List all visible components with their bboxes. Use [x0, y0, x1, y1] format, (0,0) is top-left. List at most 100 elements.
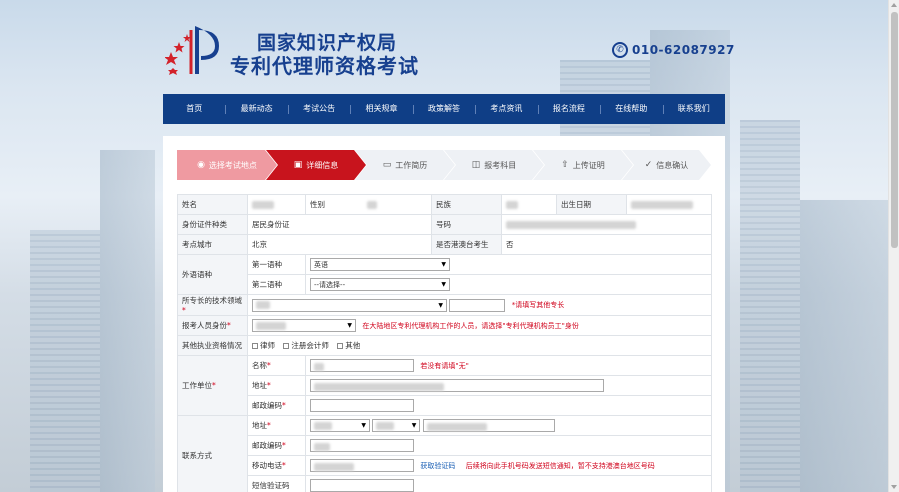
unit-postcode-input[interactable] [310, 399, 414, 412]
gender-label: 性别 [310, 200, 325, 209]
applicant-identity-cell: ▼ 在大陆地区专利代理机构工作的人员，请选择"专利代理机构员工"身份 [247, 315, 712, 336]
scroll-thumb[interactable] [891, 12, 898, 248]
contact-address-cell: ▼ ▼ [305, 415, 712, 436]
applicant-identity-select[interactable]: ▼ [252, 319, 356, 332]
sms-code-cell [305, 475, 712, 492]
contact-postcode-label: 邮政编码* [247, 435, 306, 456]
tech-field-hint: *请填写其他专长 [511, 301, 565, 309]
name-value [247, 194, 306, 215]
lawyer-checkbox[interactable] [252, 343, 258, 349]
unit-address-cell [305, 375, 712, 396]
step-subjects[interactable]: ◫ 报考科目 [444, 150, 544, 180]
cpa-option-label: 注册会计师 [291, 341, 329, 350]
exam-city-value: 北京 [247, 234, 432, 255]
step-work-history[interactable]: ▭ 工作简历 [355, 150, 455, 180]
tech-field-cell: ▼ *请填写其他专长 [247, 294, 712, 316]
contact-postcode-cell [305, 435, 712, 456]
folder-icon: ▭ [382, 160, 392, 170]
nav-online-help[interactable]: 在线帮助 [600, 94, 662, 124]
other-qual-cell: 律师 注册会计师 其他 [247, 335, 712, 356]
check-circle-icon: ✓ [644, 160, 653, 170]
other-option-label: 其他 [345, 341, 361, 350]
birthdate-label: 出生日期 [556, 194, 627, 215]
phone-icon: ✆ [612, 42, 628, 58]
hk-macau-tw-label: 是否港澳台考生 [431, 234, 502, 255]
mobile-input[interactable] [310, 459, 414, 472]
second-lang-select[interactable]: --请选择-- ▼ [310, 278, 450, 291]
registration-panel: ◉ 选择考试地点 ▣ 详细信息 ▭ 工作简历 ◫ 报考科目 ⇧ 上传证明 ✓ 信… [163, 136, 725, 492]
step-upload-proof[interactable]: ⇧ 上传证明 [533, 150, 633, 180]
exam-city-label: 考点城市 [177, 234, 248, 255]
nav-contact-us[interactable]: 联系我们 [662, 94, 725, 124]
first-lang-select[interactable]: 英语 ▼ [310, 258, 450, 271]
cpa-checkbox[interactable] [283, 343, 290, 349]
unit-name-label: 名称* [247, 355, 306, 376]
id-type-value: 居民身份证 [247, 214, 432, 235]
nav-home[interactable]: 首页 [163, 94, 225, 124]
id-number-label: 号码 [431, 214, 502, 235]
birthdate-value [626, 194, 712, 215]
lawyer-option-label: 律师 [260, 341, 275, 350]
applicant-identity-hint: 在大陆地区专利代理机构工作的人员，请选择"专利代理机构员工"身份 [362, 321, 579, 330]
progress-steps: ◉ 选择考试地点 ▣ 详细信息 ▭ 工作简历 ◫ 报考科目 ⇧ 上传证明 ✓ 信… [177, 150, 711, 180]
unit-address-input[interactable] [310, 379, 604, 392]
applicant-identity-label: 报考人员身份* [177, 315, 248, 336]
vertical-scrollbar[interactable] [888, 0, 899, 492]
work-unit-label: 工作单位* [177, 355, 248, 416]
step-confirm[interactable]: ✓ 信息确认 [622, 150, 711, 180]
book-icon: ◫ [471, 160, 481, 170]
first-lang-label: 第一语种 [247, 254, 306, 275]
step-select-location[interactable]: ◉ 选择考试地点 [177, 150, 277, 180]
ethnicity-label: 民族 [431, 194, 502, 215]
logo [164, 20, 227, 78]
chevron-down-icon: ▼ [438, 301, 443, 309]
scroll-up-icon[interactable] [891, 3, 897, 7]
other-qual-label: 其他执业资格情况 [177, 335, 248, 356]
contact-address-input[interactable] [422, 419, 555, 432]
nav-exam-notices[interactable]: 考试公告 [287, 94, 350, 124]
details-form: 姓名 性别 民族 出生日期 身份证件种类 居民身份证 号码 考点城市 北京 是否… [177, 194, 712, 492]
tech-field-other-input[interactable] [449, 298, 506, 312]
tech-field-label: 所专长的技术领域* [177, 294, 248, 316]
nav-exam-center-info[interactable]: 考点资讯 [475, 94, 537, 124]
other-checkbox[interactable] [337, 343, 344, 349]
chevron-down-icon: ▼ [347, 322, 352, 329]
upload-icon: ⇧ [561, 160, 569, 170]
hk-macau-tw-value: 否 [501, 234, 712, 255]
unit-name-cell: 若没有请填"无" [305, 355, 712, 376]
mobile-cell: 获取验证码 后续将向此手机号码发送短信通知，暂不支持港澳台地区号码 [305, 455, 712, 476]
second-lang-label: 第二语种 [247, 274, 306, 295]
ethnicity-value [501, 194, 557, 215]
sms-code-input[interactable] [310, 479, 414, 492]
contact-address-label: 地址* [247, 415, 306, 436]
city-select[interactable]: ▼ [372, 419, 421, 432]
unit-postcode-label: 邮政编码* [247, 395, 306, 416]
tech-field-select[interactable]: ▼ [252, 298, 447, 312]
chevron-down-icon: ▼ [411, 422, 417, 429]
chevron-down-icon: ▼ [441, 261, 446, 268]
site-title-line2: 专利代理师资格考试 [230, 54, 419, 78]
unit-name-hint: 若没有请填"无" [420, 361, 469, 370]
unit-name-input[interactable] [310, 359, 414, 372]
second-lang-cell: --请选择-- ▼ [305, 274, 712, 295]
step-details[interactable]: ▣ 详细信息 [266, 150, 366, 180]
location-icon: ◉ [197, 160, 205, 170]
scroll-down-icon[interactable] [891, 485, 897, 489]
clipboard-icon: ▣ [293, 160, 303, 170]
chevron-down-icon: ▼ [441, 281, 446, 288]
nav-policy-answers[interactable]: 政策解答 [412, 94, 475, 124]
province-select[interactable]: ▼ [310, 419, 370, 432]
unit-postcode-cell [305, 395, 712, 416]
id-type-label: 身份证件种类 [177, 214, 248, 235]
get-code-link[interactable]: 获取验证码 [420, 462, 455, 470]
main-nav: 首页 最新动态 考试公告 相关规章 政策解答 考点资讯 报名流程 在线帮助 联系… [163, 94, 725, 124]
contact-label: 联系方式 [177, 415, 248, 492]
gender-cell: 性别 [305, 194, 432, 215]
nav-registration-process[interactable]: 报名流程 [537, 94, 600, 124]
nav-regulations[interactable]: 相关规章 [350, 94, 412, 124]
nav-latest-news[interactable]: 最新动态 [225, 94, 287, 124]
name-label: 姓名 [177, 194, 248, 215]
contact-postcode-input[interactable] [310, 439, 414, 452]
id-number-value [501, 214, 712, 235]
contact-phone: ✆ 010-62087927 [612, 42, 735, 58]
